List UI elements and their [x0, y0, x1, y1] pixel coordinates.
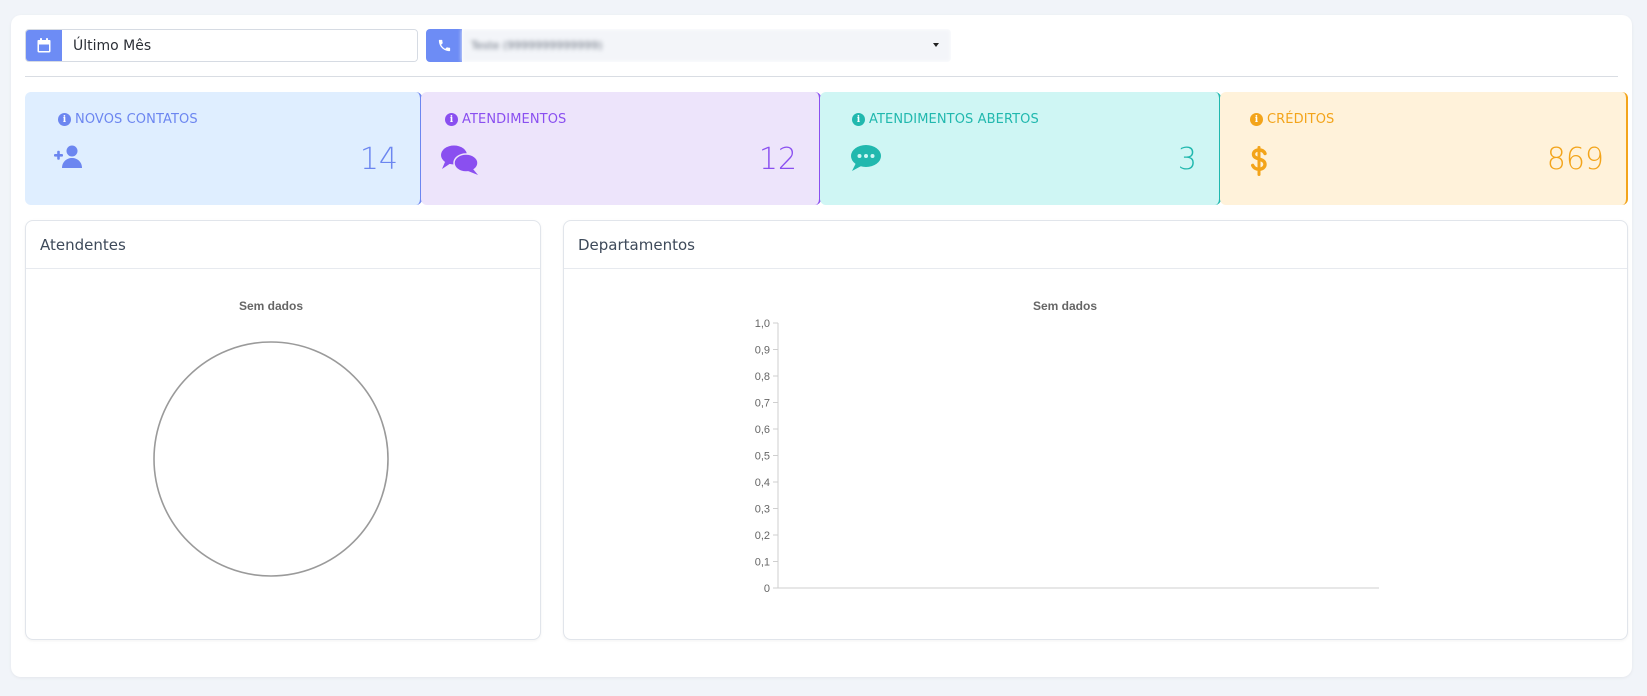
- y-tick-label: 0,8: [755, 371, 770, 383]
- info-icon: i: [1250, 113, 1263, 126]
- comments-icon: [441, 145, 479, 179]
- stat-label: ATENDIMENTOS: [462, 112, 567, 127]
- stat-value: 869: [1546, 142, 1604, 177]
- dashboard-panel: Último Mês Teste (9999999999999) i NOVOS…: [11, 15, 1632, 677]
- connection-value: Teste (9999999999999): [462, 29, 951, 62]
- info-icon: i: [58, 113, 71, 126]
- stat-card-novos-contatos: i NOVOS CONTATOS 14: [25, 92, 422, 205]
- stat-card-atendimentos: i ATENDIMENTOS 12: [421, 92, 821, 205]
- panel-title: Atendentes: [26, 221, 540, 269]
- info-icon: i: [445, 113, 458, 126]
- y-tick-label: 0,5: [755, 451, 770, 463]
- atendentes-panel: Atendentes Sem dados: [25, 220, 541, 640]
- calendar-icon: [26, 30, 62, 61]
- date-range-value: Último Mês: [62, 30, 417, 61]
- stat-label: ATENDIMENTOS ABERTOS: [869, 112, 1039, 127]
- panel-title: Departamentos: [564, 221, 1627, 269]
- comment-dots-icon: [851, 145, 881, 175]
- stat-value: 12: [758, 142, 797, 177]
- y-tick-label: 0: [764, 583, 770, 595]
- y-tick-label: 1,0: [755, 318, 770, 330]
- stat-card-atendimentos-abertos: i ATENDIMENTOS ABERTOS 3: [820, 92, 1221, 205]
- stat-label: CRÉDITOS: [1267, 112, 1335, 127]
- y-tick-label: 0,2: [755, 530, 770, 542]
- chart-title: Sem dados: [1033, 299, 1097, 313]
- chart-title: Sem dados: [239, 299, 303, 313]
- departamentos-bar-chart: Sem dados 0 0,1 0,2 0,3 0,4 0,5 0,6 0,7 0,8 0,9 1,…: [755, 299, 1379, 595]
- chevron-down-icon: [933, 43, 939, 47]
- dollar-icon: [1250, 145, 1268, 181]
- stat-card-creditos: i CRÉDITOS 869: [1220, 92, 1628, 205]
- user-plus-icon: [54, 145, 84, 173]
- divider: [25, 76, 1618, 77]
- y-tick-label: 0,4: [755, 477, 770, 489]
- stat-value: 14: [359, 142, 398, 177]
- departamentos-panel: Departamentos Sem dados 0 0,1 0,2 0,3 0,4 0,5…: [563, 220, 1628, 640]
- info-icon: i: [852, 113, 865, 126]
- connection-select[interactable]: Teste (9999999999999): [426, 29, 951, 62]
- date-range-filter[interactable]: Último Mês: [25, 29, 418, 62]
- y-tick-label: 0,6: [755, 424, 770, 436]
- y-tick-label: 0,3: [755, 504, 770, 516]
- y-tick-label: 0,7: [755, 398, 770, 410]
- atendentes-pie-chart: Sem dados: [153, 299, 389, 577]
- stat-label: NOVOS CONTATOS: [75, 112, 198, 127]
- y-tick-label: 0,9: [755, 345, 770, 357]
- y-axis: 0 0,1 0,2 0,3 0,4 0,5 0,6 0,7 0,8 0,9 1,0: [755, 318, 778, 595]
- pie-empty-outline: [153, 341, 389, 577]
- y-tick-label: 0,1: [755, 557, 770, 569]
- phone-icon: [426, 29, 462, 62]
- stat-value: 3: [1177, 142, 1197, 177]
